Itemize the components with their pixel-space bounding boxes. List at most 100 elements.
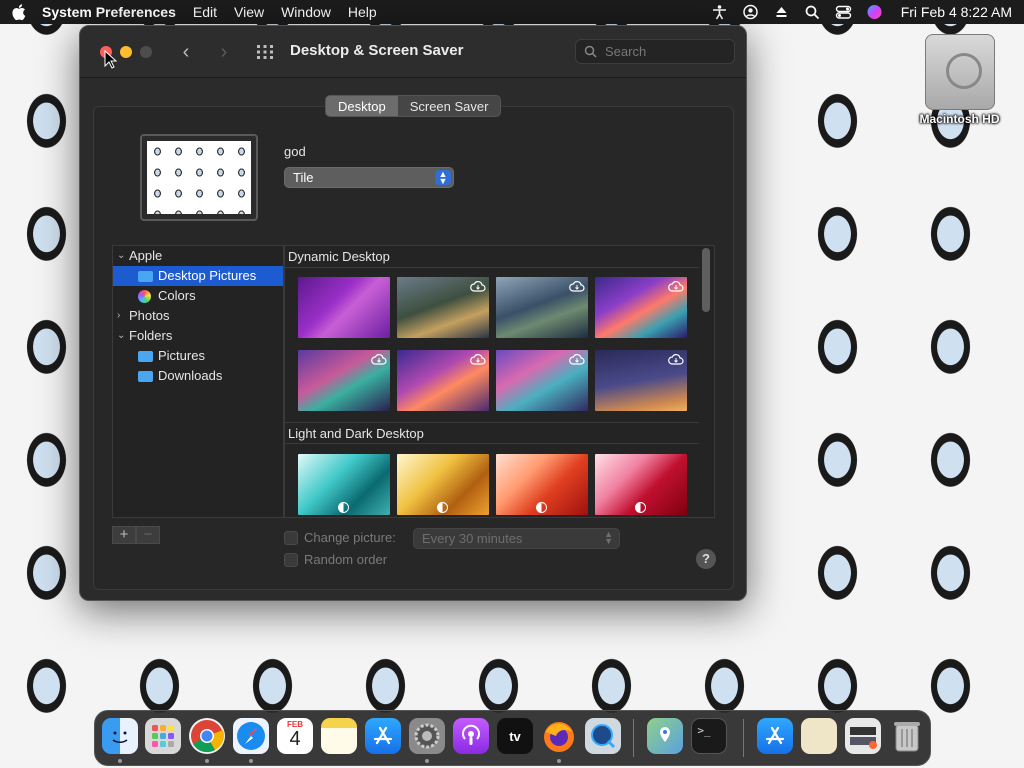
zoom-button[interactable] <box>140 46 152 58</box>
tab-desktop[interactable]: Desktop <box>326 96 398 116</box>
podcasts-icon[interactable] <box>453 718 489 754</box>
minimize-button[interactable] <box>120 46 132 58</box>
wallpaper-thumbnail[interactable] <box>496 350 588 411</box>
cloud-download-icon <box>668 281 684 292</box>
system-preferences-icon[interactable] <box>409 718 445 754</box>
chevron-down-icon[interactable]: ⌄ <box>117 326 127 346</box>
section-header: Light and Dark Desktop <box>285 422 699 444</box>
sidebar-item-photos[interactable]: › Photos <box>113 306 283 326</box>
terminal-icon[interactable]: >_ <box>691 718 727 754</box>
chrome-icon[interactable] <box>189 718 225 754</box>
current-wallpaper-preview <box>140 134 258 221</box>
wallpaper-name: god <box>284 144 306 159</box>
wallpaper-thumbnail[interactable] <box>595 277 687 338</box>
wallpaper-thumbnail[interactable] <box>595 350 687 411</box>
sidebar-item-pictures[interactable]: Pictures <box>113 346 283 366</box>
folder-icon <box>138 271 153 282</box>
random-order-checkbox[interactable] <box>284 553 298 567</box>
change-interval-select[interactable]: Every 30 minutes ▲ ▼ <box>413 528 620 549</box>
macintosh-hd-desktop-icon[interactable]: Macintosh HD <box>912 34 1007 126</box>
wallpaper-gallery: Dynamic Desktop Light and Dark Desktop <box>284 245 715 518</box>
documents-stack-icon[interactable] <box>801 718 837 754</box>
chevron-down-icon[interactable]: ⌄ <box>117 246 127 266</box>
wallpaper-fit-select[interactable]: Tile ▲ ▼ <box>284 167 454 188</box>
wallpaper-thumbnail[interactable] <box>496 454 588 515</box>
change-picture-checkbox[interactable] <box>284 531 298 545</box>
terminal-prompt-icon: >_ <box>697 723 711 737</box>
spotlight-search-icon[interactable] <box>804 4 821 20</box>
app-store-icon[interactable] <box>365 718 401 754</box>
maps-icon[interactable] <box>647 718 683 754</box>
wallpaper-thumbnail[interactable] <box>397 350 489 411</box>
show-all-grid-icon[interactable] <box>256 44 274 60</box>
forward-button[interactable]: › <box>214 42 234 62</box>
cloud-download-icon <box>569 281 585 292</box>
mouse-cursor-icon <box>104 50 118 69</box>
remove-folder-button[interactable]: − <box>136 526 160 544</box>
change-picture-label: Change picture: <box>304 530 396 545</box>
downloads-stack-icon[interactable] <box>845 718 881 754</box>
cloud-download-icon <box>371 354 387 365</box>
light-dark-icon <box>437 502 448 513</box>
wallpaper-thumbnail[interactable] <box>496 277 588 338</box>
menu-edit[interactable]: Edit <box>193 4 217 20</box>
back-button[interactable]: ‹ <box>176 42 196 62</box>
calendar-icon[interactable]: FEB 4 <box>277 718 313 754</box>
notes-icon[interactable] <box>321 718 357 754</box>
siri-icon[interactable] <box>866 4 883 20</box>
cloud-download-icon <box>470 354 486 365</box>
menu-app-name[interactable]: System Preferences <box>42 4 176 20</box>
chevron-updown-icon: ▲ ▼ <box>435 170 451 186</box>
menu-help[interactable]: Help <box>348 4 377 20</box>
tab-screen-saver[interactable]: Screen Saver <box>398 96 501 116</box>
control-center-icon[interactable] <box>835 4 852 20</box>
finder-icon[interactable] <box>102 718 138 754</box>
safari-icon[interactable] <box>233 718 269 754</box>
quicktime-icon[interactable] <box>585 718 621 754</box>
menu-clock[interactable]: Fri Feb 4 8:22 AM <box>901 4 1012 20</box>
applications-folder-icon[interactable] <box>757 718 793 754</box>
add-folder-button[interactable]: + <box>112 526 136 544</box>
running-indicator <box>557 759 561 763</box>
cloud-download-icon <box>470 281 486 292</box>
wallpaper-thumbnail[interactable] <box>397 277 489 338</box>
random-order-label: Random order <box>304 552 388 567</box>
launchpad-icon[interactable] <box>145 718 181 754</box>
interval-value: Every 30 minutes <box>422 531 523 546</box>
sidebar-item-colors[interactable]: Colors <box>113 286 283 306</box>
wallpaper-thumbnail[interactable] <box>298 350 390 411</box>
eject-icon[interactable] <box>773 4 790 20</box>
wallpaper-thumbnail[interactable] <box>595 454 687 515</box>
accessibility-status-icon[interactable] <box>711 4 728 20</box>
dock-separator <box>633 719 634 757</box>
sidebar-item-label: Photos <box>129 308 170 323</box>
menu-view[interactable]: View <box>234 4 264 20</box>
search-field[interactable] <box>575 39 735 64</box>
chevron-right-icon[interactable]: › <box>117 306 127 326</box>
sidebar-item-apple[interactable]: ⌄ Apple <box>113 246 283 266</box>
running-indicator <box>118 759 122 763</box>
wallpaper-thumbnail[interactable] <box>298 454 390 515</box>
user-account-icon[interactable] <box>742 4 759 20</box>
gallery-scrollbar[interactable] <box>702 248 710 312</box>
tv-label: tv <box>509 728 521 744</box>
wallpaper-thumbnail[interactable] <box>298 277 390 338</box>
help-button[interactable]: ? <box>696 549 716 569</box>
menu-window[interactable]: Window <box>281 4 331 20</box>
search-input[interactable] <box>605 44 725 59</box>
sidebar-item-downloads[interactable]: Downloads <box>113 366 283 386</box>
tab-control: Desktop Screen Saver <box>325 95 502 117</box>
window-title: Desktop & Screen Saver <box>290 42 464 59</box>
trash-icon[interactable] <box>889 718 925 754</box>
section-header: Dynamic Desktop <box>285 246 699 268</box>
wallpaper-thumbnail[interactable] <box>397 454 489 515</box>
sidebar-item-label: Apple <box>129 248 163 263</box>
fit-select-value: Tile <box>293 170 314 185</box>
apple-tv-icon[interactable]: tv <box>497 718 533 754</box>
firefox-icon[interactable] <box>541 718 577 754</box>
light-dark-icon <box>338 502 349 513</box>
sidebar-item-label: Folders <box>129 328 173 343</box>
sidebar-item-desktop-pictures[interactable]: Desktop Pictures <box>113 266 283 286</box>
sidebar-item-folders[interactable]: ⌄ Folders <box>113 326 283 346</box>
apple-menu-icon[interactable] <box>12 3 28 21</box>
